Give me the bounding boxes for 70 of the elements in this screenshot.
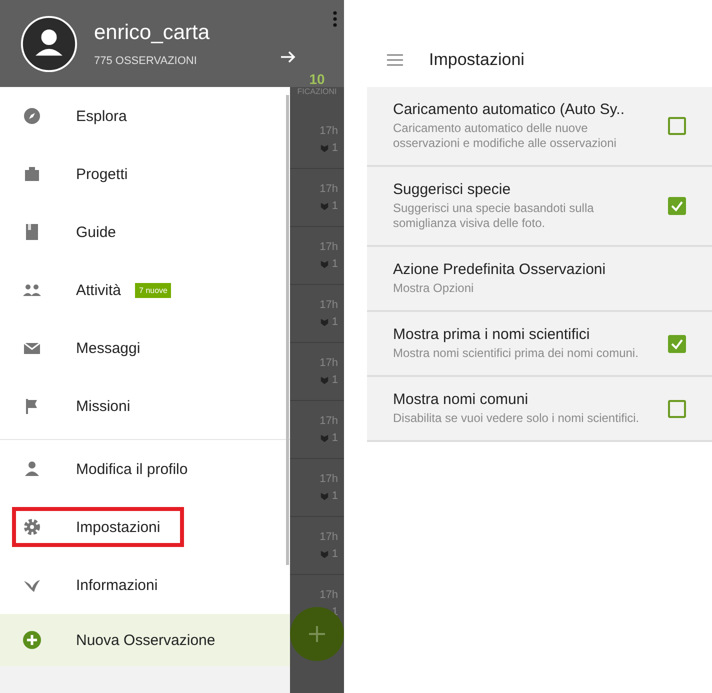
setting-title: Mostra nomi comuni [393, 391, 530, 408]
setting-description: Mostra Opzioni [393, 281, 475, 296]
time-label: 17h [320, 125, 338, 137]
time-label: 17h [320, 415, 338, 427]
setting-title: Mostra prima i nomi scientifici [393, 326, 591, 343]
menu-item[interactable]: Progetti [0, 145, 134, 203]
shield-icon [320, 376, 329, 384]
count-value: 10 [309, 71, 325, 87]
time-label: 17h [320, 183, 338, 195]
id-count: 1 [332, 258, 338, 270]
id-count: 1 [332, 200, 338, 212]
shield-icon [320, 202, 329, 210]
settings-row[interactable]: Mostra prima i nomi scientifici Mostra nomi scientifici prima dei nomi comuni. [367, 312, 712, 377]
shield-icon [320, 318, 329, 326]
plus-icon [22, 630, 42, 650]
shield-icon [320, 434, 329, 442]
new-badge: 7 nuove [135, 282, 172, 298]
menu-icon[interactable] [387, 54, 403, 66]
time-label: 17h [320, 241, 338, 253]
menu-item[interactable]: Esplora [0, 87, 133, 145]
checkbox[interactable] [668, 117, 686, 135]
username: enrico_carta [94, 20, 211, 44]
page-title: Impostazioni [429, 50, 524, 70]
gear-icon [22, 517, 42, 537]
settings-row[interactable]: Mostra nomi comuni Disabilita se vuoi vedere solo i nomi scientifici. [367, 377, 712, 442]
menu-item[interactable]: Missioni [0, 377, 136, 435]
time-label: 17h [320, 531, 338, 543]
id-count: 1 [332, 374, 338, 386]
settings-row[interactable]: Caricamento automatico (Auto Sy.. Caricamento automatico delle nuove osservazioni e modifiche alle osservazioni [367, 87, 712, 167]
id-count: 1 [332, 432, 338, 444]
setting-title: Azione Predefinita Osservazioni [393, 261, 607, 278]
menu-item[interactable]: Impostazioni [12, 507, 184, 547]
setting-description: Disabilita se vuoi vedere solo i nomi scientifici. [393, 411, 640, 426]
arrow-icon[interactable] [280, 48, 296, 64]
setting-title: Caricamento automatico (Auto Sy.. [393, 101, 626, 118]
setting-description: Mostra nomi scientifici prima dei nomi comuni. [393, 346, 640, 361]
id-count: 1 [332, 490, 338, 502]
avatar-icon [20, 14, 78, 72]
settings-row[interactable]: Suggerisci specie Suggerisci una specie basandoti sulla somiglianza visiva delle foto. [367, 167, 712, 247]
person-icon [22, 459, 42, 479]
shield-icon [320, 260, 329, 268]
setting-description: Caricamento automatico delle nuove osservazioni e modifiche alle osservazioni [393, 121, 618, 151]
id-count: 1 [332, 316, 338, 328]
compass-icon [22, 106, 42, 126]
menu-item[interactable]: Modifica il profilo [0, 440, 194, 498]
checkbox[interactable] [668, 197, 686, 215]
checkbox[interactable] [668, 334, 686, 352]
menu-item[interactable]: Attività [0, 261, 128, 319]
settings-row[interactable]: Azione Predefinita Osservazioni Mostra Opzioni [367, 247, 712, 312]
plus-icon [308, 625, 326, 643]
checkbox[interactable] [668, 400, 686, 418]
shield-icon [320, 144, 329, 152]
time-label: 17h [320, 473, 338, 485]
new-observation-button[interactable]: Nuova Osservazione [0, 614, 290, 666]
setting-description: Suggerisci una specie basandoti sulla somiglianza visiva delle foto. [393, 201, 595, 231]
shield-icon [320, 550, 329, 558]
more-icon[interactable] [332, 10, 338, 26]
setting-title: Suggerisci specie [393, 181, 512, 198]
menu-item[interactable]: Informazioni [0, 556, 164, 614]
id-count: 1 [332, 142, 338, 154]
time-label: 17h [320, 357, 338, 369]
menu-item[interactable]: Messaggi [0, 319, 146, 377]
time-label: 17h [320, 589, 338, 601]
shield-icon [320, 492, 329, 500]
time-label: 17h [320, 299, 338, 311]
observations-count[interactable]: 775 OSSERVAZIONI [94, 54, 264, 66]
menu-item[interactable]: Guide [0, 203, 122, 261]
briefcase-icon [22, 164, 42, 184]
id-count: 1 [332, 548, 338, 560]
count-label: FICAZIONI [297, 87, 337, 96]
